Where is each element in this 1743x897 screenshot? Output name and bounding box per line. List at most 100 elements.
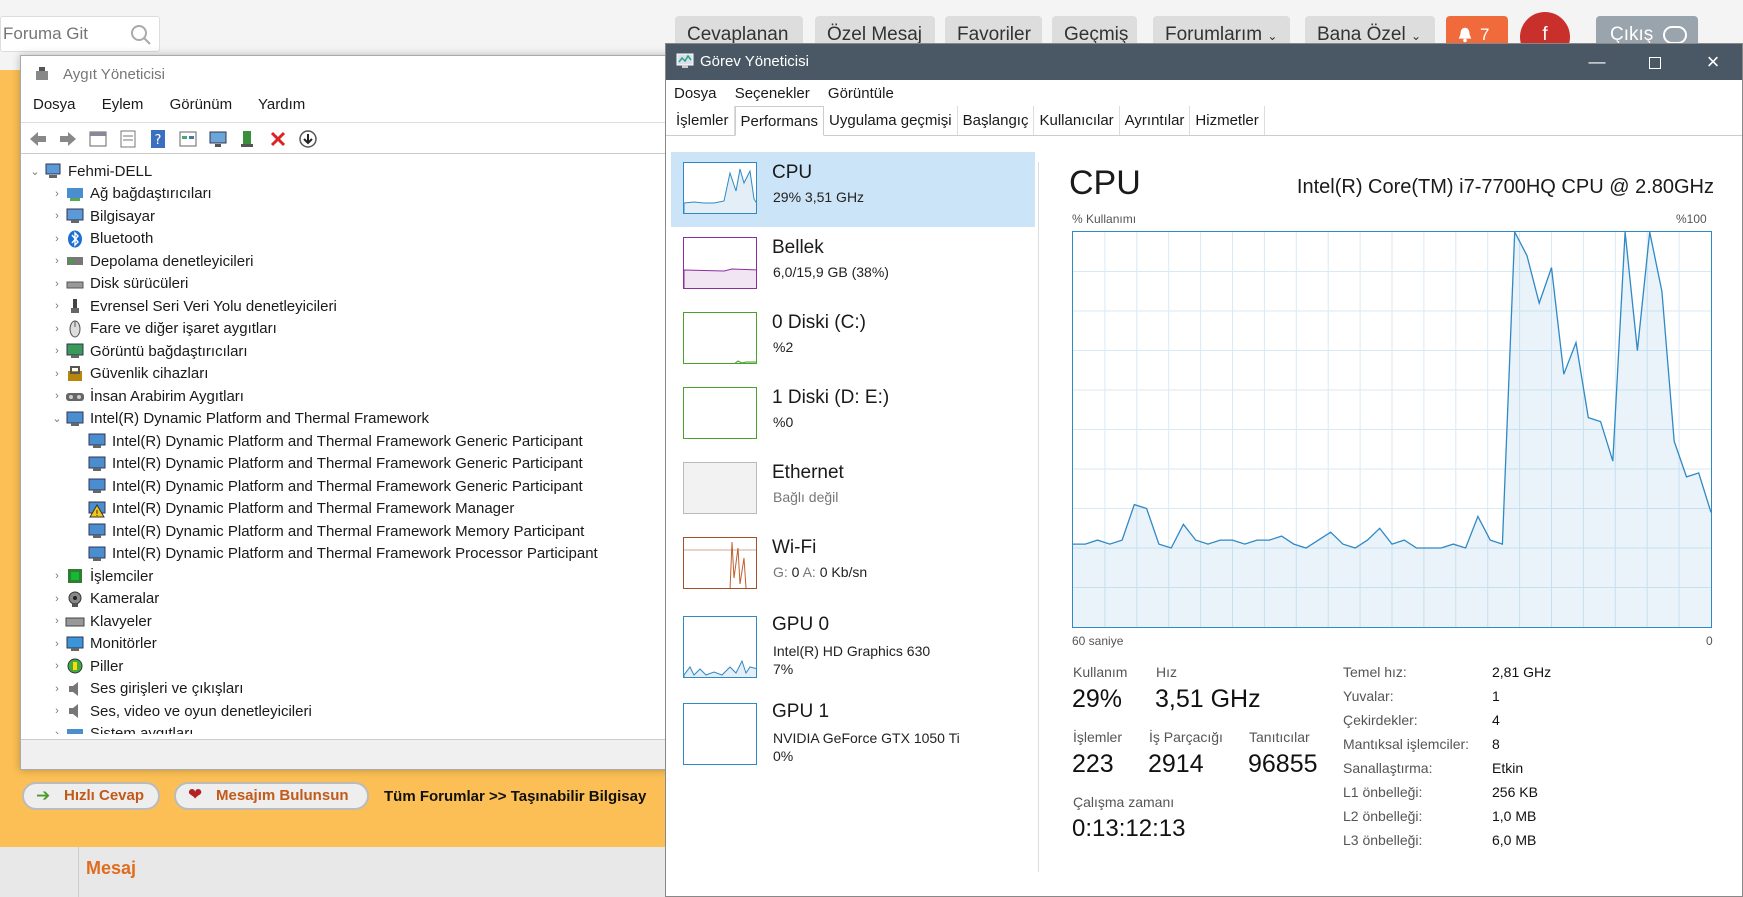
tree-device[interactable]: Intel(R) Dynamic Platform and Thermal Fr… xyxy=(21,453,669,476)
expand-chevron-icon[interactable]: › xyxy=(49,188,65,200)
tree-device[interactable]: Intel(R) Dynamic Platform and Thermal Fr… xyxy=(21,475,669,498)
tree-device[interactable]: Intel(R) Dynamic Platform and Thermal Fr… xyxy=(21,520,669,543)
task-manager-titlebar[interactable]: Görev Yöneticisi — × xyxy=(666,44,1742,80)
forum-search-input[interactable] xyxy=(1,17,121,51)
tree-root[interactable]: ⌄ Fehmi-DELL xyxy=(21,160,669,183)
spec-key: L3 önbelleği: xyxy=(1343,832,1423,848)
tree-category[interactable]: › Klavyeler xyxy=(21,610,669,633)
tree-category[interactable]: › Evrensel Seri Veri Yolu denetleyicileri xyxy=(21,295,669,318)
tree-category[interactable]: › Depolama denetleyicileri xyxy=(21,250,669,273)
tab-processes[interactable]: İşlemler xyxy=(671,106,735,135)
search-icon[interactable] xyxy=(129,23,153,47)
expand-chevron-icon[interactable]: › xyxy=(49,210,65,222)
tree-category[interactable]: › Monitörler xyxy=(21,633,669,656)
tree-device-warning[interactable]: ! Intel(R) Dynamic Platform and Thermal F… xyxy=(21,498,669,521)
tree-device[interactable]: Intel(R) Dynamic Platform and Thermal Fr… xyxy=(21,543,669,566)
tab-services[interactable]: Hizmetler xyxy=(1190,106,1265,135)
minimize-button[interactable]: — xyxy=(1568,44,1626,80)
cpu-mini-graph-svg xyxy=(684,168,756,213)
tree-category[interactable]: › Bluetooth xyxy=(21,228,669,251)
expand-chevron-icon[interactable]: › xyxy=(49,570,65,582)
spec-value: 256 KB xyxy=(1492,784,1538,800)
expand-chevron-icon[interactable]: › xyxy=(49,660,65,672)
collapse-chevron-icon[interactable]: ⌄ xyxy=(49,412,65,425)
tree-category[interactable]: › Disk sürücüleri xyxy=(21,273,669,296)
tab-startup[interactable]: Başlangıç xyxy=(958,106,1035,135)
tab-app-history[interactable]: Uygulama geçmişi xyxy=(824,106,958,135)
sidebar-item-ethernet[interactable]: Ethernet Bağlı değil xyxy=(671,452,1035,527)
download-icon[interactable] xyxy=(297,128,319,150)
sidebar-item-disk0[interactable]: 0 Diski (C:) %2 xyxy=(671,302,1035,377)
expand-chevron-icon[interactable]: › xyxy=(49,233,65,245)
tree-category[interactable]: › Görüntü bağdaştırıcıları xyxy=(21,340,669,363)
tree-category[interactable]: › Ses girişleri ve çıkışları xyxy=(21,678,669,701)
device-icon xyxy=(88,456,106,471)
tree-category[interactable]: › Sistem aygıtları xyxy=(21,723,669,734)
tree-category[interactable]: › Ses, video ve oyun denetleyicileri xyxy=(21,700,669,723)
tab-performance[interactable]: Performans xyxy=(734,106,825,136)
tree-category[interactable]: › Güvenlik cihazları xyxy=(21,363,669,386)
expand-chevron-icon[interactable]: › xyxy=(49,345,65,357)
maximize-button[interactable] xyxy=(1626,44,1684,80)
expand-chevron-icon[interactable]: › xyxy=(49,255,65,267)
update-driver-icon[interactable] xyxy=(237,128,259,150)
arrow-right-icon: ➔ xyxy=(36,786,51,805)
collapse-chevron-icon[interactable]: ⌄ xyxy=(27,165,43,178)
menu-help[interactable]: Yardım xyxy=(258,96,305,113)
tree-device-label: Intel(R) Dynamic Platform and Thermal Fr… xyxy=(112,432,583,450)
forward-icon[interactable] xyxy=(57,128,79,150)
expand-chevron-icon[interactable]: › xyxy=(49,683,65,695)
task-manager-tabs: İşlemler Performans Uygulama geçmişi Baş… xyxy=(666,106,1742,136)
tree-category[interactable]: › İnsan Arabirim Aygıtları xyxy=(21,385,669,408)
menu-view[interactable]: Görüntüle xyxy=(828,85,894,102)
minimize-icon: — xyxy=(1588,52,1606,71)
expand-chevron-icon[interactable]: › xyxy=(49,323,65,335)
menu-file[interactable]: Dosya xyxy=(33,96,76,113)
device-manager-titlebar[interactable]: Aygıt Yöneticisi xyxy=(21,56,669,92)
help-icon[interactable]: ? xyxy=(147,128,169,150)
view-icon[interactable] xyxy=(177,128,199,150)
expand-chevron-icon[interactable]: › xyxy=(49,390,65,402)
expand-chevron-icon[interactable]: › xyxy=(49,638,65,650)
menu-options[interactable]: Seçenekler xyxy=(735,85,810,102)
expand-chevron-icon[interactable]: › xyxy=(49,593,65,605)
expand-chevron-icon[interactable]: › xyxy=(49,278,65,290)
sidebar-item-memory[interactable]: Bellek 6,0/15,9 GB (38%) xyxy=(671,227,1035,302)
uninstall-icon[interactable] xyxy=(267,128,289,150)
expand-chevron-icon[interactable]: › xyxy=(49,300,65,312)
menu-action[interactable]: Eylem xyxy=(102,96,144,113)
show-hide-tree-icon[interactable] xyxy=(87,128,109,150)
expand-chevron-icon[interactable]: › xyxy=(49,705,65,717)
tree-category[interactable]: › Ağ bağdaştırıcıları xyxy=(21,183,669,206)
tree-category[interactable]: › Kameralar xyxy=(21,588,669,611)
scan-hardware-icon[interactable] xyxy=(207,128,229,150)
expand-chevron-icon[interactable]: › xyxy=(49,368,65,380)
sidebar-item-gpu0[interactable]: GPU 0 Intel(R) HD Graphics 630 7% xyxy=(671,602,1035,688)
back-icon[interactable] xyxy=(27,128,49,150)
sidebar-item-wifi[interactable]: Wi-Fi G: 0 A: 0 Kb/sn xyxy=(671,527,1035,602)
sidebar-item-disk1[interactable]: 1 Diski (D: E:) %0 xyxy=(671,377,1035,452)
tab-details[interactable]: Ayrıntılar xyxy=(1120,106,1191,135)
menu-file[interactable]: Dosya xyxy=(674,85,717,102)
sidebar-item-cpu[interactable]: CPU 29% 3,51 GHz xyxy=(671,152,1035,227)
expand-chevron-icon[interactable]: › xyxy=(49,615,65,627)
forum-search-box[interactable] xyxy=(0,16,160,52)
expand-chevron-icon[interactable]: › xyxy=(49,728,65,734)
close-button[interactable]: × xyxy=(1684,44,1742,80)
tree-device[interactable]: Intel(R) Dynamic Platform and Thermal Fr… xyxy=(21,430,669,453)
message-found-label: Mesajım Bulunsun xyxy=(216,787,349,804)
tab-users[interactable]: Kullanıcılar xyxy=(1034,106,1120,135)
breadcrumb[interactable]: Tüm Forumlar >> Taşınabilir Bilgisay xyxy=(384,788,646,805)
quick-reply-button[interactable]: ➔ Hızlı Cevap xyxy=(22,782,160,810)
tree-category-expanded[interactable]: ⌄ Intel(R) Dynamic Platform and Thermal F… xyxy=(21,408,669,431)
tree-category[interactable]: › Fare ve diğer işaret aygıtları xyxy=(21,318,669,341)
tree-category[interactable]: › Bilgisayar xyxy=(21,205,669,228)
graph-x-label-left: 60 saniye xyxy=(1072,634,1124,648)
tree-category[interactable]: › Piller xyxy=(21,655,669,678)
sidebar-item-gpu1[interactable]: GPU 1 NVIDIA GeForce GTX 1050 Ti 0% xyxy=(671,689,1035,775)
menu-view[interactable]: Görünüm xyxy=(170,96,233,113)
properties-icon[interactable] xyxy=(117,128,139,150)
tree-category[interactable]: › İşlemciler xyxy=(21,565,669,588)
quick-reply-label: Hızlı Cevap xyxy=(64,787,145,804)
message-found-button[interactable]: ❤ Mesajım Bulunsun xyxy=(174,782,369,810)
